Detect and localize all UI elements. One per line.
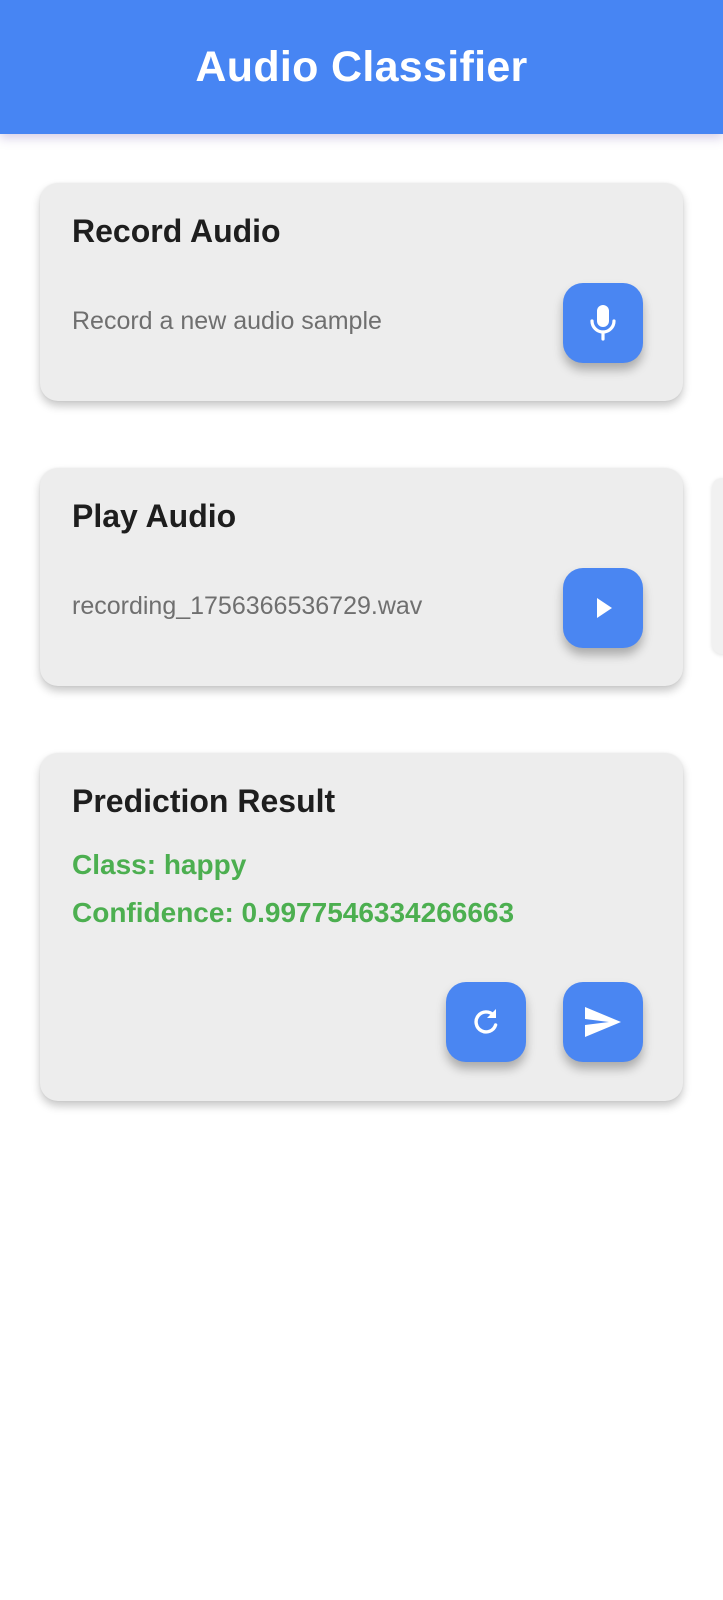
app-bar: Audio Classifier — [0, 0, 723, 134]
prediction-result-card: Prediction Result Class: happy Confidenc… — [40, 753, 683, 1101]
record-audio-card: Record Audio Record a new audio sample — [40, 183, 683, 401]
send-icon — [581, 1002, 625, 1042]
refresh-icon — [466, 1002, 506, 1042]
play-button[interactable] — [563, 568, 643, 648]
play-audio-title: Play Audio — [72, 498, 237, 534]
record-button[interactable] — [563, 283, 643, 363]
offscreen-card-edge — [712, 478, 723, 654]
play-icon — [585, 590, 621, 626]
prediction-confidence: Confidence: 0.9977546334266663 — [72, 897, 515, 928]
record-audio-title: Record Audio — [72, 213, 281, 249]
play-audio-card: Play Audio recording_1756366536729.wav — [40, 468, 683, 686]
send-button[interactable] — [563, 982, 643, 1062]
microphone-icon — [583, 301, 623, 345]
app-title: Audio Classifier — [195, 42, 528, 91]
refresh-button[interactable] — [446, 982, 526, 1062]
audio-filename: recording_1756366536729.wav — [72, 592, 423, 620]
predicted-class: Class: happy — [72, 849, 247, 880]
record-audio-subtitle: Record a new audio sample — [72, 307, 382, 335]
prediction-result-title: Prediction Result — [72, 783, 336, 819]
